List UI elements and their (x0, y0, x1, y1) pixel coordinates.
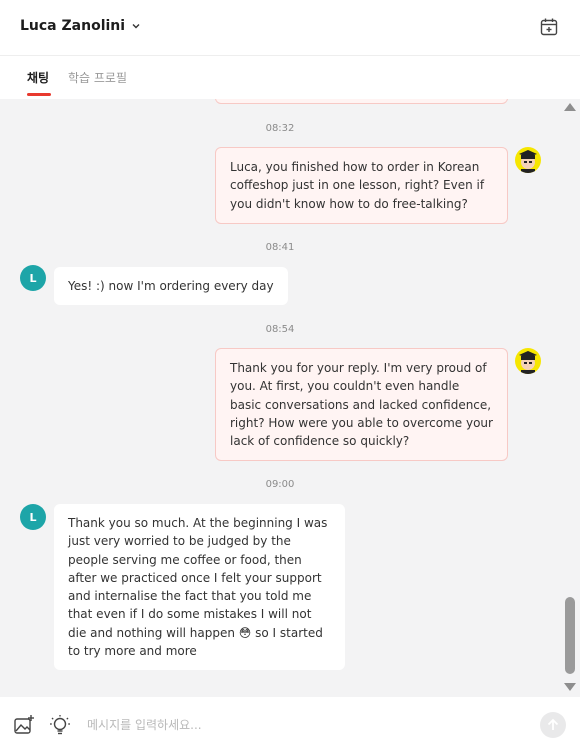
tab-chat[interactable]: 채팅 (27, 69, 49, 86)
message-timestamp: 08:41 (265, 242, 295, 253)
calendar-add-icon[interactable] (539, 17, 559, 37)
send-button[interactable] (540, 712, 566, 738)
user-name-dropdown[interactable]: Luca Zanolini (20, 18, 141, 34)
message-input[interactable]: 메시지를 입력하세요... (87, 716, 202, 733)
tab-learning-profile[interactable]: 학습 프로필 (68, 69, 127, 86)
student-avatar: L (20, 265, 46, 291)
message-timestamp: 08:32 (265, 123, 295, 134)
student-message-bubble: Yes! :) now I'm ordering every day (54, 267, 288, 306)
message-input-bar: 메시지를 입력하세요... (0, 697, 580, 752)
user-name: Luca Zanolini (20, 18, 126, 34)
scroll-up-arrow[interactable] (564, 103, 576, 111)
message-timestamp: 09:00 (265, 479, 295, 490)
tutor-avatar (515, 348, 541, 374)
message-timestamp: 08:54 (265, 324, 295, 335)
chevron-down-icon (132, 24, 140, 29)
lightbulb-icon[interactable] (49, 714, 71, 736)
arrow-up-icon (547, 718, 559, 730)
tutor-avatar (515, 147, 541, 173)
tutor-avatar-icon (519, 150, 537, 173)
image-add-icon[interactable] (13, 714, 35, 736)
scroll-down-arrow[interactable] (564, 683, 576, 691)
student-avatar: L (20, 504, 46, 530)
tutor-message-bubble: Luca, you finished how to order in Korea… (215, 147, 508, 224)
chat-header: Luca Zanolini (0, 0, 580, 56)
active-tab-indicator (27, 93, 51, 96)
tutor-message-bubble: Thank you for your reply. I'm very proud… (215, 348, 508, 462)
tutor-avatar-icon (519, 351, 537, 374)
previous-message-bubble (215, 99, 508, 104)
tab-bar: 채팅 학습 프로필 (0, 57, 580, 99)
chat-area[interactable]: 08:32 Luca, you finished how to order in… (0, 99, 580, 697)
student-message-bubble: Thank you so much. At the beginning I wa… (54, 504, 345, 671)
scrollbar-thumb[interactable] (565, 597, 575, 674)
